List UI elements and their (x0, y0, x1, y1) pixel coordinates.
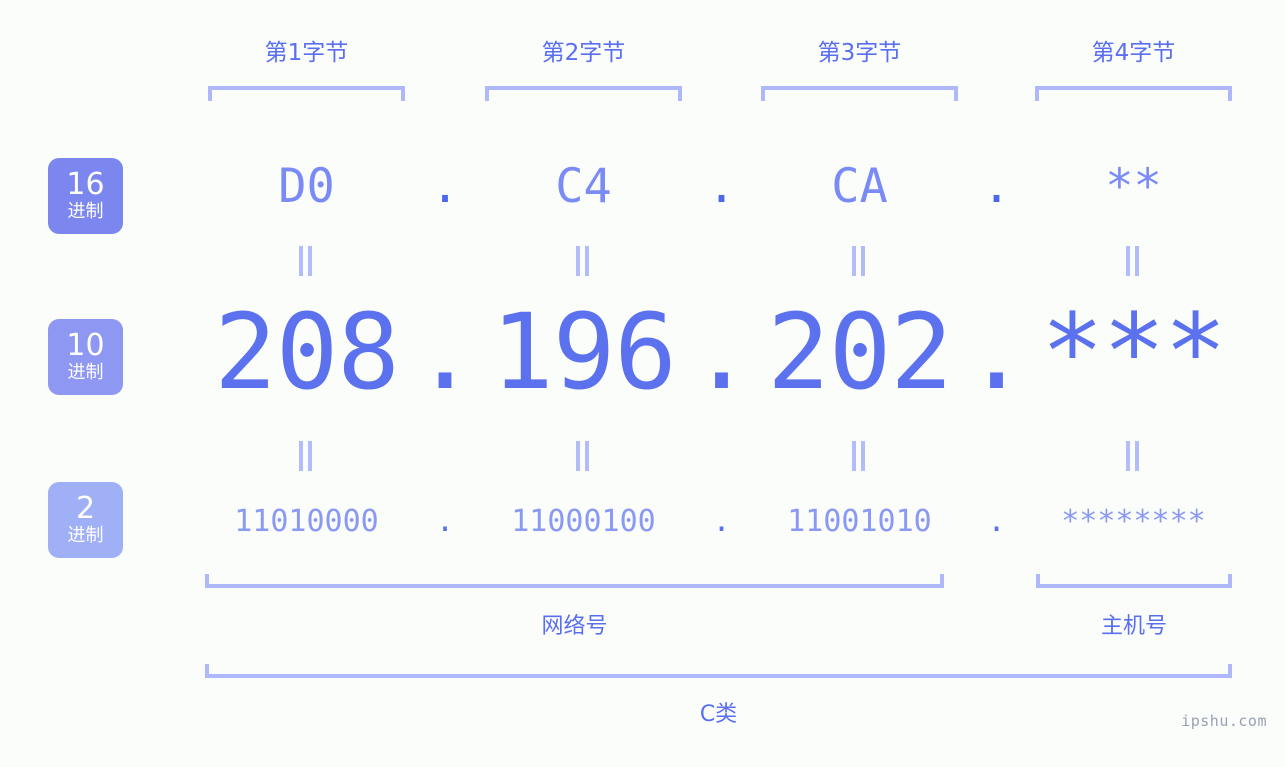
base-badge-binary-number: 2 (75, 490, 96, 526)
class-label: C类 (699, 702, 738, 727)
equals-connector-2-1 (296, 441, 316, 471)
byte-bracket-2 (485, 86, 682, 101)
equals-connector-1-4 (1123, 246, 1143, 276)
binary-byte-1: 11010000 (234, 504, 379, 539)
equals-connector-1-1 (296, 246, 316, 276)
decimal-byte-2: 196 (491, 291, 677, 413)
hex-byte-3: CA (831, 159, 888, 214)
equals-connector-1-2 (573, 246, 593, 276)
byte-header-1: 第1字节 (264, 40, 349, 66)
hex-separator-2: . (707, 159, 736, 214)
equals-connector-2-4 (1123, 441, 1143, 471)
equals-connector-2-3 (849, 441, 869, 471)
hex-byte-4: ** (1105, 159, 1162, 214)
base-badge-decimal-system: 进制 (67, 361, 104, 383)
base-badge-decimal-number: 10 (66, 327, 105, 363)
equals-connector-2-2 (573, 441, 593, 471)
binary-separator-2: . (712, 504, 731, 539)
byte-bracket-4 (1035, 86, 1232, 101)
binary-byte-3: 11001010 (787, 504, 932, 539)
base-badge-decimal: 10 进制 (48, 319, 123, 395)
byte-bracket-3 (761, 86, 958, 101)
hex-separator-3: . (982, 159, 1011, 214)
binary-separator-3: . (987, 504, 1006, 539)
base-badge-hex: 16 进制 (48, 158, 123, 234)
class-bracket (205, 664, 1232, 678)
equals-connector-1-3 (849, 246, 869, 276)
ip-breakdown-diagram: 第1字节 第2字节 第3字节 第4字节 16 进制 10 进制 2 进制 D0 … (0, 0, 1285, 767)
network-label: 网络号 (541, 614, 608, 639)
base-badge-hex-system: 进制 (67, 200, 104, 222)
hex-byte-2: C4 (555, 159, 612, 214)
network-bracket (205, 574, 944, 588)
hex-byte-1: D0 (278, 159, 335, 214)
hex-separator-1: . (430, 159, 460, 214)
byte-header-3: 第3字节 (817, 40, 902, 66)
decimal-byte-1: 208 (214, 291, 400, 413)
byte-bracket-1 (208, 86, 405, 101)
binary-byte-4: ******** (1061, 504, 1206, 539)
binary-byte-2: 11000100 (511, 504, 656, 539)
byte-header-2: 第2字节 (541, 40, 626, 66)
watermark: ipshu.com (1181, 712, 1267, 730)
base-badge-binary-system: 进制 (67, 524, 104, 546)
decimal-byte-4: *** (1041, 291, 1227, 413)
host-label: 主机号 (1100, 614, 1167, 639)
base-badge-binary: 2 进制 (48, 482, 123, 558)
byte-header-4: 第4字节 (1091, 40, 1176, 66)
host-bracket (1036, 574, 1232, 588)
decimal-byte-3: 202 (767, 291, 953, 413)
base-badge-hex-number: 16 (66, 166, 105, 202)
binary-separator-1: . (435, 504, 455, 539)
